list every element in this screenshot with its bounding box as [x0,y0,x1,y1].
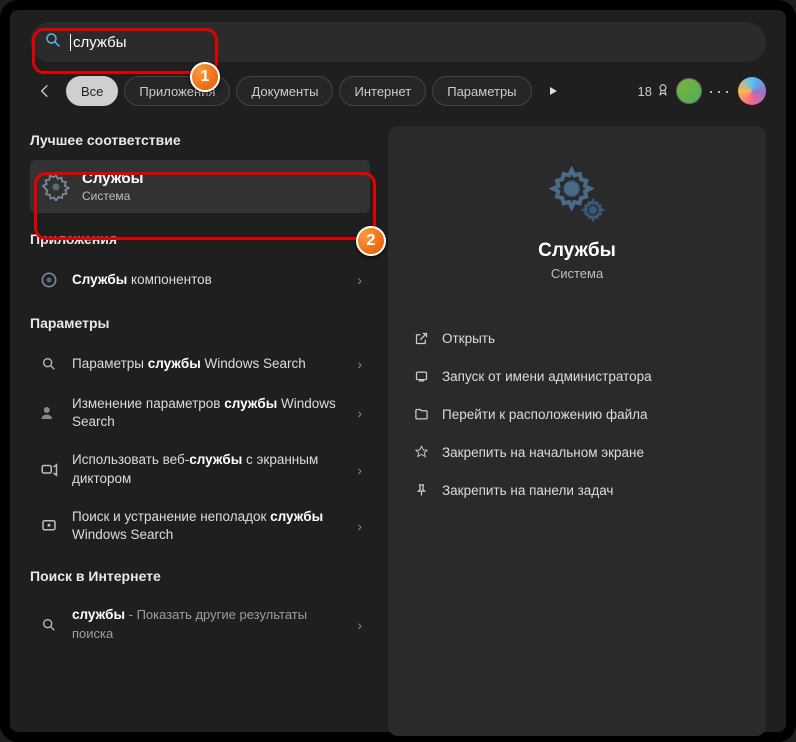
list-item[interactable]: Поиск и устранение неполадок службы Wind… [30,498,370,554]
action-file-location[interactable]: Перейти к расположению файла [406,397,748,431]
search-icon [38,353,60,375]
section-apps: Приложения [30,231,370,247]
list-item-label: Изменение параметров службы Windows Sear… [72,395,345,431]
action-open[interactable]: Открыть [406,321,748,355]
pin-icon [412,443,430,461]
list-item-label: Использовать веб-службы с экранным дикто… [72,451,345,487]
back-button[interactable] [30,76,60,106]
search-icon [38,614,60,636]
copilot-icon[interactable] [738,77,766,105]
user-avatar[interactable] [676,78,702,104]
best-match-result[interactable]: Службы Система [30,160,370,213]
action-label: Запуск от имени администратора [442,369,652,384]
chevron-right-icon: › [357,462,362,478]
user-settings-icon [38,402,60,424]
section-best-match: Лучшее соответствие [30,132,370,148]
section-web: Поиск в Интернете [30,568,370,584]
narrator-icon [38,459,60,481]
filter-web[interactable]: Интернет [339,76,426,106]
action-label: Закрепить на начальном экране [442,445,644,460]
results-list: Лучшее соответствие Службы Система Прило… [30,126,370,736]
list-item[interactable]: Параметры службы Windows Search › [30,343,370,385]
chevron-right-icon: › [357,356,362,372]
rewards-points[interactable]: 18 [638,83,670,100]
admin-icon [412,367,430,385]
chevron-right-icon: › [357,405,362,421]
chevron-right-icon: › [357,272,362,288]
filter-apps[interactable]: Приложения [124,76,230,106]
play-button[interactable] [538,76,568,106]
list-item-label: службы - Показать другие результаты поис… [72,606,345,642]
filter-settings[interactable]: Параметры [432,76,531,106]
action-run-admin[interactable]: Запуск от имени администратора [406,359,748,393]
search-bar[interactable] [30,22,766,62]
list-item-label: Службы компонентов [72,271,345,289]
preview-subtitle: Система [406,266,748,281]
chevron-right-icon: › [357,518,362,534]
medal-icon [656,83,670,100]
action-label: Закрепить на панели задач [442,483,613,498]
best-match-subtitle: Система [82,189,143,203]
list-item[interactable]: службы - Показать другие результаты поис… [30,596,370,652]
folder-icon [412,405,430,423]
component-services-icon [38,269,60,291]
gear-icon [545,162,609,226]
section-settings: Параметры [30,315,370,331]
action-label: Открыть [442,331,495,346]
troubleshoot-icon [38,515,60,537]
list-item-label: Поиск и устранение неполадок службы Wind… [72,508,345,544]
list-item[interactable]: Службы компонентов › [30,259,370,301]
filter-docs[interactable]: Документы [236,76,333,106]
preview-panel: Службы Система Открыть Запуск от имени а… [388,126,766,736]
action-pin-taskbar[interactable]: Закрепить на панели задач [406,473,748,507]
pin-icon [412,481,430,499]
search-input[interactable] [70,34,752,51]
more-button[interactable]: ··· [708,81,732,102]
chevron-right-icon: › [357,617,362,633]
filter-all[interactable]: Все [66,76,118,106]
best-match-title: Службы [82,170,143,187]
search-icon [44,31,62,54]
action-label: Перейти к расположению файла [442,407,648,422]
list-item[interactable]: Использовать веб-службы с экранным дикто… [30,441,370,497]
list-item-label: Параметры службы Windows Search [72,355,345,373]
filter-row: Все Приложения Документы Интернет Параме… [30,76,766,106]
action-pin-start[interactable]: Закрепить на начальном экране [406,435,748,469]
preview-title: Службы [406,240,748,262]
open-icon [412,329,430,347]
list-item[interactable]: Изменение параметров службы Windows Sear… [30,385,370,441]
gear-icon [42,173,70,201]
